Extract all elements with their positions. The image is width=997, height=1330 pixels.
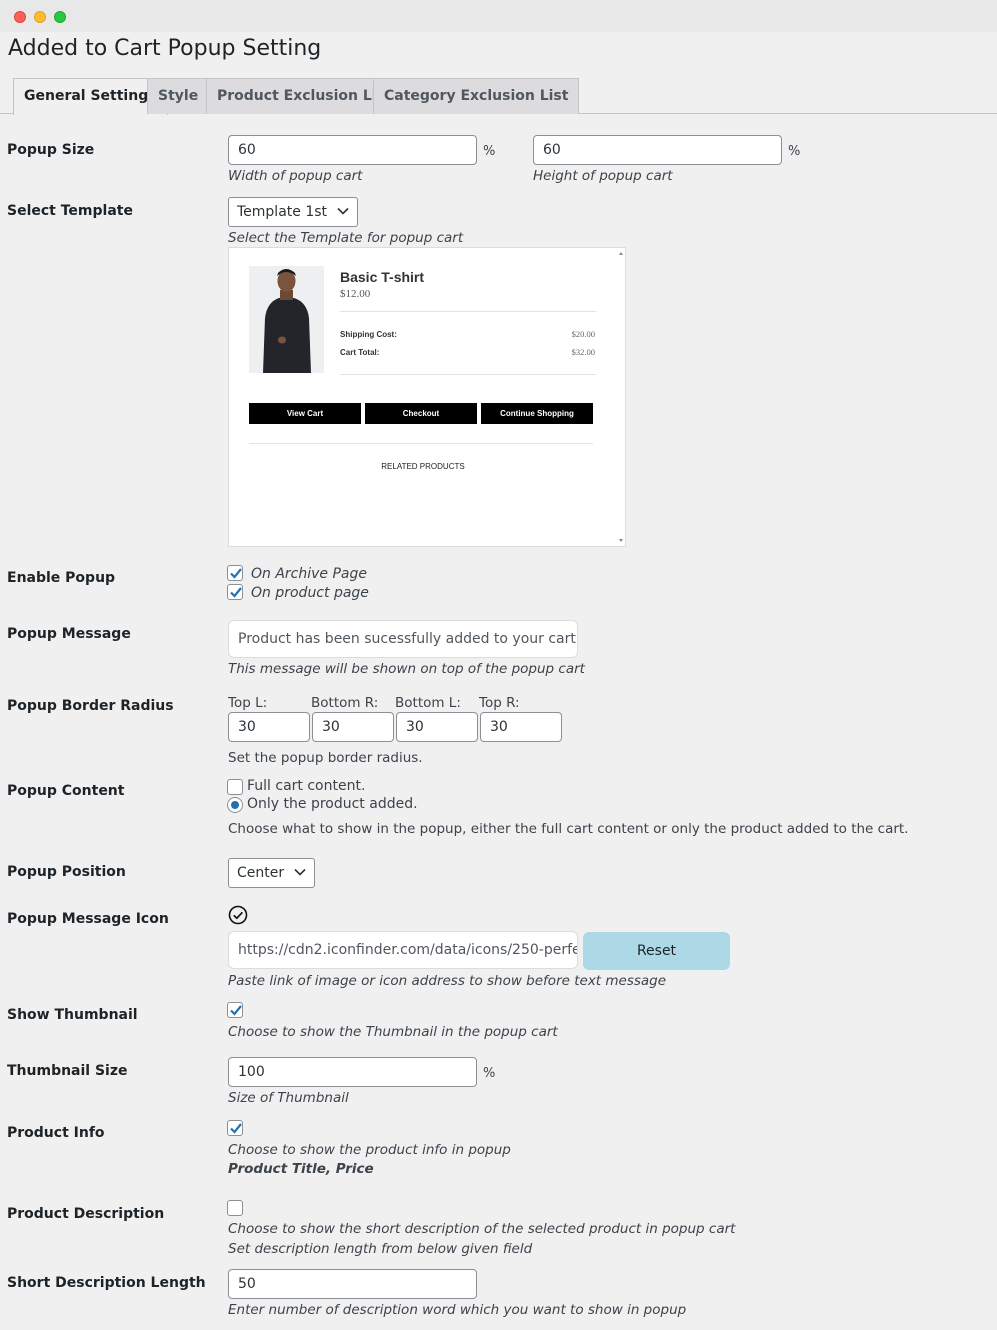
template-select-value: Template 1st — [237, 204, 328, 220]
tab-style[interactable]: Style — [147, 78, 210, 114]
tab-category-exclusion-list[interactable]: Category Exclusion List — [373, 78, 580, 114]
checkmark-icon — [230, 568, 242, 579]
enable-popup-label: Enable Popup — [7, 570, 116, 586]
top-left-radius-input[interactable]: 30 — [228, 712, 310, 742]
preview-checkout-button[interactable]: Checkout — [365, 403, 477, 424]
preview-continue-shopping-button[interactable]: Continue Shopping — [481, 403, 593, 424]
tab-general-settings[interactable]: General Settings — [13, 78, 168, 115]
border-radius-label: Popup Border Radius — [7, 698, 174, 714]
thumbnail-size-input[interactable]: 100 — [228, 1057, 477, 1087]
man-tshirt-image — [249, 266, 324, 373]
maximize-window-button[interactable] — [54, 11, 66, 23]
popup-height-desc: Height of popup cart — [533, 168, 673, 184]
popup-width-unit: % — [483, 144, 496, 159]
thumbnail-size-desc: Size of Thumbnail — [228, 1090, 349, 1106]
close-window-button[interactable] — [14, 11, 26, 23]
message-icon-desc: Paste link of image or icon address to s… — [228, 973, 667, 989]
popup-content-desc: Choose what to show in the popup, either… — [228, 821, 909, 837]
short-desc-length-label: Short Description Length — [7, 1275, 206, 1291]
message-icon-label: Popup Message Icon — [7, 911, 169, 927]
product-description-label: Product Description — [7, 1206, 165, 1222]
bottom-right-radius-label: Bottom R: — [311, 695, 379, 711]
popup-position-value: Center — [237, 865, 285, 881]
show-thumbnail-label: Show Thumbnail — [7, 1007, 138, 1023]
reset-button[interactable]: Reset — [583, 932, 730, 970]
popup-width-desc: Width of popup cart — [228, 168, 363, 184]
checkmark-icon — [230, 1005, 242, 1016]
thumbnail-size-unit: % — [483, 1066, 496, 1081]
popup-content-label: Popup Content — [7, 783, 125, 799]
preview-product-title: Basic T-shirt — [340, 269, 425, 285]
popup-position-label: Popup Position — [7, 864, 126, 880]
page-title: Added to Cart Popup Setting — [8, 36, 322, 61]
product-info-label: Product Info — [7, 1125, 105, 1141]
preview-shipping-value: $20.00 — [571, 329, 595, 339]
scroll-down-icon[interactable] — [619, 539, 623, 542]
template-select[interactable]: Template 1st — [228, 197, 359, 227]
popup-message-input[interactable]: Product has been sucessfully added to yo… — [228, 620, 578, 658]
checkmark-icon — [230, 1123, 242, 1134]
product-info-fields: Product Title, Price — [228, 1161, 374, 1177]
icon-url-input[interactable]: https://cdn2.iconfinder.com/data/icons/2… — [228, 931, 578, 969]
top-right-radius-input[interactable]: 30 — [480, 712, 562, 742]
scroll-up-icon[interactable] — [619, 252, 623, 255]
product-thumbnail — [249, 266, 324, 373]
product-page-option: On product page — [251, 585, 369, 601]
popup-size-label: Popup Size — [7, 142, 95, 158]
chevron-down-icon — [294, 868, 306, 876]
popup-height-unit: % — [788, 144, 801, 159]
short-desc-length-input[interactable]: 50 — [228, 1269, 477, 1299]
bottom-right-radius-input[interactable]: 30 — [312, 712, 394, 742]
select-template-label: Select Template — [7, 203, 133, 219]
top-left-radius-label: Top L: — [228, 695, 268, 711]
popup-message-label: Popup Message — [7, 626, 131, 642]
only-product-added-option: Only the product added. — [247, 796, 418, 812]
preview-view-cart-button[interactable]: View Cart — [249, 403, 361, 424]
minimize-window-button[interactable] — [34, 11, 46, 23]
popup-message-desc: This message will be shown on top of the… — [228, 661, 585, 677]
product-description-desc: Choose to show the short description of … — [228, 1221, 736, 1237]
popup-position-select[interactable]: Center — [228, 858, 316, 888]
preview-total-label: Cart Total: — [340, 348, 380, 357]
thumbnail-size-label: Thumbnail Size — [7, 1063, 128, 1079]
template-desc: Select the Template for popup cart — [228, 230, 464, 246]
window-titlebar — [0, 0, 997, 32]
full-cart-content-radio[interactable] — [227, 779, 243, 795]
product-description-checkbox[interactable] — [227, 1200, 243, 1216]
check-circle-icon — [228, 905, 248, 925]
settings-tabs: General Settings Style Product Exclusion… — [0, 78, 997, 115]
popup-width-input[interactable]: 60 — [228, 135, 477, 165]
preview-divider — [340, 374, 596, 375]
checkmark-icon — [230, 587, 242, 598]
archive-page-option: On Archive Page — [251, 566, 368, 582]
product-page-checkbox[interactable] — [227, 584, 243, 600]
bottom-left-radius-label: Bottom L: — [395, 695, 461, 711]
preview-divider — [249, 443, 593, 444]
show-thumbnail-checkbox[interactable] — [227, 1002, 243, 1018]
full-cart-content-option: Full cart content. — [247, 778, 366, 794]
product-info-checkbox[interactable] — [227, 1120, 243, 1136]
top-right-radius-label: Top R: — [479, 695, 520, 711]
template-preview: Basic T-shirt $12.00 Shipping Cost: $20.… — [228, 247, 626, 547]
preview-product-price: $12.00 — [340, 288, 371, 300]
product-info-desc: Choose to show the product info in popup — [228, 1142, 511, 1158]
short-desc-length-desc: Enter number of description word which y… — [228, 1302, 687, 1318]
border-radius-desc: Set the popup border radius. — [228, 750, 423, 766]
preview-shipping-label: Shipping Cost: — [340, 330, 397, 339]
preview-related-products: RELATED PRODUCTS — [381, 462, 465, 471]
preview-divider — [340, 311, 596, 312]
preview-total-value: $32.00 — [571, 347, 595, 357]
chevron-down-icon — [337, 207, 349, 215]
popup-height-input[interactable]: 60 — [533, 135, 782, 165]
product-description-desc2: Set description length from below given … — [228, 1241, 533, 1257]
archive-page-checkbox[interactable] — [227, 565, 243, 581]
show-thumbnail-desc: Choose to show the Thumbnail in the popu… — [228, 1024, 558, 1040]
only-product-added-radio[interactable] — [227, 797, 243, 813]
bottom-left-radius-input[interactable]: 30 — [396, 712, 478, 742]
